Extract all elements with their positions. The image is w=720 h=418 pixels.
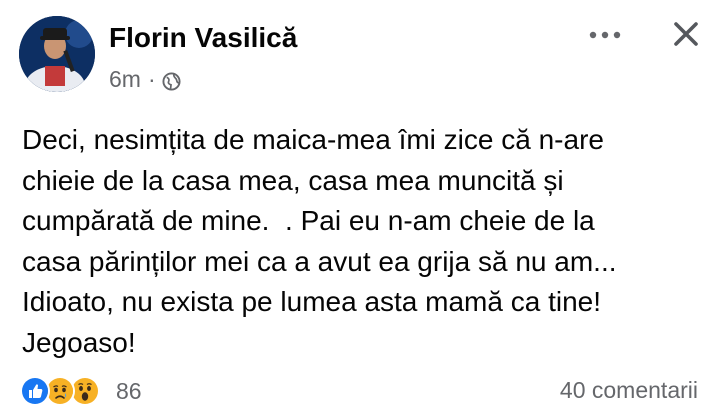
globe-icon[interactable] <box>162 70 181 91</box>
reaction-count[interactable]: 86 <box>116 378 142 405</box>
post-body-text: Deci, nesimțita de maica-mea îmi zice că… <box>22 120 712 363</box>
more-horizontal-icon <box>587 27 623 45</box>
post-timestamp[interactable]: 6m <box>109 66 141 93</box>
comments-count[interactable]: 40 comentarii <box>560 377 698 404</box>
close-button[interactable] <box>664 14 708 58</box>
post-text-line: Jegoaso! <box>22 326 136 358</box>
post-text-line: chieie de la casa mea, casa mea muncită … <box>22 164 564 196</box>
author-name[interactable]: Florin Vasilică <box>109 22 297 54</box>
post-text-line: Deci, nesimțita de maica-mea îmi zice că… <box>22 124 604 155</box>
more-options-button[interactable] <box>584 18 626 54</box>
close-icon <box>672 20 700 53</box>
like-icon <box>20 376 50 406</box>
post-meta: 6m · <box>109 66 181 93</box>
facebook-post: Florin Vasilică 6m · Deci, nesimțita de … <box>0 0 720 418</box>
reactions-summary[interactable]: 86 <box>20 376 142 406</box>
author-avatar[interactable] <box>19 16 95 92</box>
post-text-line: casa părinților mei ca a avut ea grija s… <box>22 245 617 277</box>
meta-separator: · <box>147 66 156 92</box>
reaction-icons <box>20 376 112 406</box>
post-text-line: cumpărată de mine. . Pai eu n-am cheie d… <box>22 205 595 236</box>
post-text-line: Idioato, nu exista pe lumea asta mamă ca… <box>22 286 601 317</box>
avatar-image <box>19 16 95 92</box>
